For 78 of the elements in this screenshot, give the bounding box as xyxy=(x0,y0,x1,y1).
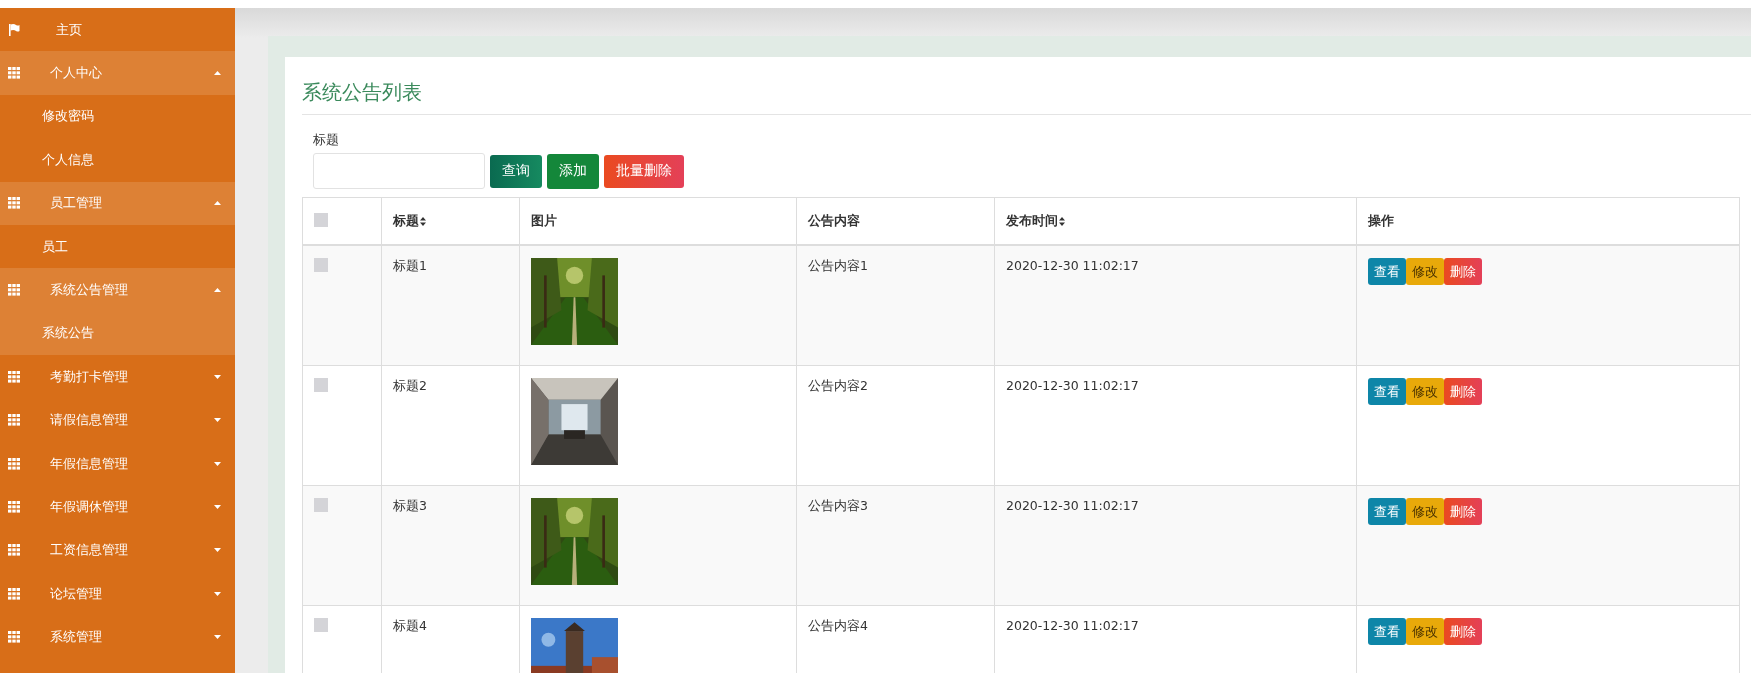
sidebar-item[interactable]: 年假信息管理 xyxy=(0,441,235,486)
title-input-field[interactable] xyxy=(313,153,485,189)
grid-icon xyxy=(8,631,20,644)
caret-icon xyxy=(214,505,221,509)
delete-button[interactable]: 删除 xyxy=(1444,498,1482,525)
sort-icon xyxy=(420,216,426,226)
time-cell: 2020-12-30 11:02:17 xyxy=(1006,498,1139,513)
sidebar-item[interactable]: 主页 xyxy=(0,8,235,52)
grid-icon xyxy=(8,284,20,297)
grid-icon xyxy=(8,544,20,557)
caret-icon xyxy=(214,201,221,206)
content-cell: 公告内容3 xyxy=(808,498,868,513)
delete-button[interactable]: 删除 xyxy=(1444,618,1482,645)
caret-icon xyxy=(214,591,221,596)
column-header: 公告内容 xyxy=(808,212,860,228)
caret-icon xyxy=(214,461,221,466)
view-button[interactable]: 查看 xyxy=(1368,378,1406,405)
delete-button[interactable]: 删除 xyxy=(1444,378,1482,405)
sidebar-subitem[interactable]: 系统公告 xyxy=(0,311,235,356)
time-cell: 2020-12-30 11:02:17 xyxy=(1006,258,1139,273)
title-cell: 标题4 xyxy=(393,618,427,633)
sidebar-item[interactable]: 系统管理 xyxy=(0,615,235,659)
title-cell: 标题2 xyxy=(393,378,427,393)
checkbox[interactable] xyxy=(314,258,328,272)
title-cell: 标题1 xyxy=(393,258,427,273)
sidebar-item[interactable]: 请假信息管理 xyxy=(0,398,235,442)
add-button[interactable]: 添加 xyxy=(547,153,599,189)
sidebar-item[interactable]: 系统公告管理 xyxy=(0,268,235,312)
column-header[interactable]: 发布时间 xyxy=(1006,212,1065,228)
grid-icon xyxy=(8,67,20,80)
checkbox[interactable] xyxy=(314,498,328,512)
query-button[interactable]: 查询 xyxy=(490,154,542,188)
sidebar-subitem[interactable]: 员工 xyxy=(0,224,235,269)
sidebar-item[interactable]: 员工管理 xyxy=(0,181,235,225)
edit-button[interactable]: 修改 xyxy=(1406,498,1444,525)
caret-icon xyxy=(214,288,221,293)
caret-icon xyxy=(214,71,221,76)
field-label: 标题 xyxy=(313,131,340,149)
grid-icon xyxy=(8,414,20,427)
grid-icon xyxy=(8,370,20,383)
checkbox[interactable] xyxy=(314,212,328,227)
time-cell: 2020-12-30 11:02:17 xyxy=(1006,618,1139,633)
title-cell: 标题3 xyxy=(393,498,427,513)
grid-icon xyxy=(8,501,20,513)
sidebar-subitem[interactable]: 个人信息 xyxy=(0,138,235,182)
content-cell: 公告内容4 xyxy=(808,618,868,633)
edit-button[interactable]: 修改 xyxy=(1406,378,1444,405)
delete-button[interactable]: 删除 xyxy=(1444,258,1482,285)
column-header: 操作 xyxy=(1368,212,1394,228)
flag-icon xyxy=(8,23,20,36)
column-header: 图片 xyxy=(531,212,557,228)
delete-button[interactable]: 批量删除 xyxy=(604,154,684,188)
sidebar-item[interactable]: 年假调休管理 xyxy=(0,485,235,529)
sidebar-item[interactable]: 考勤打卡管理 xyxy=(0,355,235,399)
time-cell: 2020-12-30 11:02:17 xyxy=(1006,378,1139,393)
caret-icon xyxy=(214,374,221,379)
sort-icon xyxy=(1059,216,1065,226)
content-cell: 公告内容2 xyxy=(808,378,868,393)
sidebar-item[interactable]: 个人中心 xyxy=(0,51,235,95)
view-button[interactable]: 查看 xyxy=(1368,618,1406,645)
content-cell: 公告内容1 xyxy=(808,258,868,273)
column-header[interactable]: 标题 xyxy=(393,212,426,228)
view-button[interactable]: 查看 xyxy=(1368,498,1406,525)
edit-button[interactable]: 修改 xyxy=(1406,258,1444,285)
grid-icon xyxy=(8,587,20,600)
sidebar-item[interactable]: 论坛管理 xyxy=(0,572,235,616)
page-title: 系统公告列表 xyxy=(302,73,1751,115)
sidebar-subitem[interactable]: 修改密码 xyxy=(0,94,235,139)
caret-icon xyxy=(214,635,221,640)
view-button[interactable]: 查看 xyxy=(1368,258,1406,285)
grid-icon xyxy=(8,457,20,470)
checkbox[interactable] xyxy=(314,378,328,392)
grid-icon xyxy=(8,197,20,210)
checkbox[interactable] xyxy=(314,618,328,632)
sidebar-item[interactable]: 工资信息管理 xyxy=(0,528,235,573)
caret-icon xyxy=(214,548,221,553)
caret-icon xyxy=(214,418,221,423)
edit-button[interactable]: 修改 xyxy=(1406,618,1444,645)
